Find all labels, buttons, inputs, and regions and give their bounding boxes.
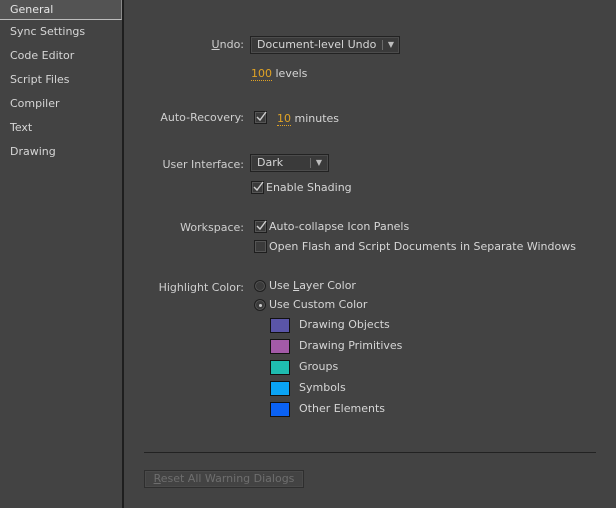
auto-collapse-checkbox[interactable] xyxy=(254,220,267,233)
sidebar-item-compiler[interactable]: Compiler xyxy=(0,94,122,118)
undo-label: Undo: xyxy=(124,38,244,51)
sidebar-item-text[interactable]: Text xyxy=(0,118,122,142)
separate-windows-label[interactable]: Open Flash and Script Documents in Separ… xyxy=(269,240,576,253)
enable-shading-checkbox[interactable] xyxy=(251,181,264,194)
sidebar-item-code-editor[interactable]: Code Editor xyxy=(0,46,122,70)
use-layer-color-radio[interactable] xyxy=(254,280,266,292)
enable-shading-label[interactable]: Enable Shading xyxy=(266,181,352,194)
workspace-label: Workspace: xyxy=(180,221,244,234)
sidebar-item-drawing[interactable]: Drawing xyxy=(0,142,122,166)
swatch-label-groups: Groups xyxy=(299,360,339,373)
use-custom-color-radio[interactable] xyxy=(254,299,266,311)
user-interface-dropdown-value: Dark xyxy=(257,156,284,169)
auto-recovery-minutes-suffix: minutes xyxy=(294,112,340,125)
undo-label-mnemonic: U xyxy=(211,38,220,51)
undo-dropdown[interactable]: Document-level Undo ▼ xyxy=(250,36,400,54)
swatch-groups[interactable] xyxy=(270,360,290,375)
checkmark-icon xyxy=(256,111,267,122)
use-layer-prefix: Use xyxy=(269,279,294,292)
use-layer-color-label[interactable]: Use Layer Color xyxy=(269,279,356,292)
reset-button-mnemonic: R xyxy=(153,472,161,485)
checkmark-icon xyxy=(256,220,267,231)
swatch-label-symbols: Symbols xyxy=(299,381,346,394)
chevron-down-icon: ▼ xyxy=(387,40,395,49)
sidebar-item-sync-settings[interactable]: Sync Settings xyxy=(0,22,122,46)
swatch-drawing-primitives[interactable] xyxy=(270,339,290,354)
use-custom-color-label[interactable]: Use Custom Color xyxy=(269,298,367,311)
undo-dropdown-value: Document-level Undo xyxy=(257,38,377,51)
chevron-down-icon: ▼ xyxy=(315,158,323,167)
auto-recovery-checkbox[interactable] xyxy=(254,111,267,124)
undo-levels-suffix: levels xyxy=(275,67,308,80)
auto-collapse-label[interactable]: Auto-collapse Icon Panels xyxy=(269,220,409,233)
reset-button-text: eset All Warning Dialogs xyxy=(160,472,295,485)
reset-warning-dialogs-button[interactable]: Reset All Warning Dialogs xyxy=(144,470,304,488)
checkmark-icon xyxy=(253,181,264,192)
general-preferences-panel: Undo: Document-level Undo ▼ 100 levels A… xyxy=(124,0,616,508)
undo-levels: 100 levels xyxy=(251,67,308,81)
undo-levels-input[interactable]: 100 xyxy=(251,67,272,81)
swatch-symbols[interactable] xyxy=(270,381,290,396)
auto-recovery-label: Auto-Recovery: xyxy=(160,111,244,124)
use-layer-rest: ayer Color xyxy=(299,279,356,292)
separate-windows-checkbox[interactable] xyxy=(254,240,267,253)
swatch-label-drawing-primitives: Drawing Primitives xyxy=(299,339,403,352)
sidebar-item-script-files[interactable]: Script Files xyxy=(0,70,122,94)
swatch-other-elements[interactable] xyxy=(270,402,290,417)
swatch-label-other-elements: Other Elements xyxy=(299,402,386,415)
swatch-label-drawing-objects: Drawing Objects xyxy=(299,318,390,331)
user-interface-dropdown[interactable]: Dark ▼ xyxy=(250,154,329,172)
auto-recovery-minutes-input[interactable]: 10 xyxy=(277,112,291,126)
swatch-drawing-objects[interactable] xyxy=(270,318,290,333)
section-divider xyxy=(144,452,596,453)
radio-selected-dot xyxy=(259,304,262,307)
preferences-category-list: General Sync Settings Code Editor Script… xyxy=(0,0,124,508)
highlight-color-label: Highlight Color: xyxy=(158,281,244,294)
user-interface-label: User Interface: xyxy=(162,158,244,171)
auto-recovery-minutes: 10 minutes xyxy=(277,112,340,126)
undo-label-text: ndo: xyxy=(219,38,244,51)
sidebar-item-general[interactable]: General xyxy=(0,0,122,20)
